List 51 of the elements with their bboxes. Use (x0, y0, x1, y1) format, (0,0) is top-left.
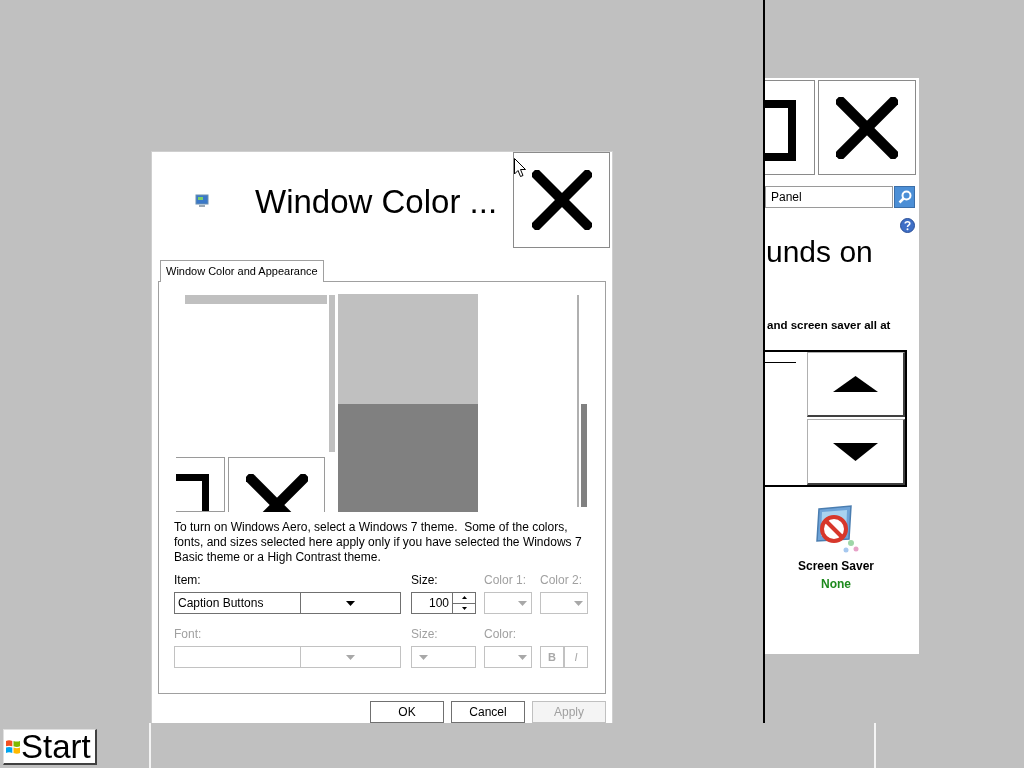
help-icon[interactable] (900, 218, 915, 233)
list-box[interactable] (765, 350, 907, 487)
monitor-icon (195, 194, 209, 208)
page-heading: unds on (766, 234, 874, 270)
close-button[interactable] (513, 152, 610, 248)
flag-icon (5, 738, 21, 755)
screen-saver-value: None (821, 577, 851, 592)
close-icon (245, 474, 308, 512)
field-label: Item: (174, 573, 202, 588)
maximize-icon (176, 474, 209, 511)
preview-scrollbar[interactable] (329, 295, 335, 452)
search-icon (897, 190, 912, 204)
start-button[interactable]: Start (3, 729, 97, 765)
search-button[interactable] (894, 186, 915, 208)
field-label: Size: (411, 627, 439, 642)
preview-maximize-button[interactable] (176, 457, 225, 512)
preview-close-button[interactable] (228, 457, 325, 512)
mouse-pointer-icon (514, 158, 526, 177)
close-icon (836, 96, 898, 159)
close-button[interactable] (818, 80, 916, 175)
up-triangle-icon (833, 376, 878, 392)
caret-icon (346, 600, 355, 606)
field-label: Color: (484, 627, 517, 642)
dialog-button[interactable]: Cancel (451, 701, 525, 723)
down-triangle-icon (833, 442, 878, 461)
screen-saver-label[interactable]: Screen Saver (797, 559, 875, 574)
caret-icon (518, 600, 527, 606)
search-field[interactable]: Panel (765, 186, 893, 208)
window-title: Window Color ... (255, 181, 499, 221)
field-label: Size: (411, 573, 439, 588)
caret-icon (574, 600, 583, 606)
spin-up-button[interactable] (453, 593, 475, 604)
field-label: Font: (174, 627, 203, 642)
maximize-button[interactable] (765, 80, 815, 175)
description-text: and screen saver all at (767, 318, 892, 333)
dialog-button[interactable]: OK (370, 701, 444, 723)
preview-scrollbar-thumb[interactable] (581, 404, 587, 507)
up-arrow-icon (461, 596, 467, 600)
close-icon (531, 170, 592, 230)
combo-box[interactable]: Caption Buttons (174, 592, 401, 614)
field-label: Color 1: (484, 573, 528, 588)
down-arrow-icon (461, 606, 467, 610)
field-label: Color 2: (540, 573, 584, 588)
tab[interactable]: Window Color and Appearance (160, 260, 324, 282)
scroll-up-button[interactable] (807, 352, 905, 417)
caret-icon (419, 654, 428, 660)
number-spinner[interactable]: 100 (411, 592, 476, 614)
scroll-down-button[interactable] (807, 419, 905, 485)
caret-icon (518, 654, 527, 660)
caret-icon (346, 654, 355, 660)
info-text: To turn on Windows Aero, select a Windows 7 theme. Some of the colors, fonts, and sizes selected here apply only if you have selected the Windows 7 Basic theme or a High Contrast theme. (174, 520, 583, 565)
